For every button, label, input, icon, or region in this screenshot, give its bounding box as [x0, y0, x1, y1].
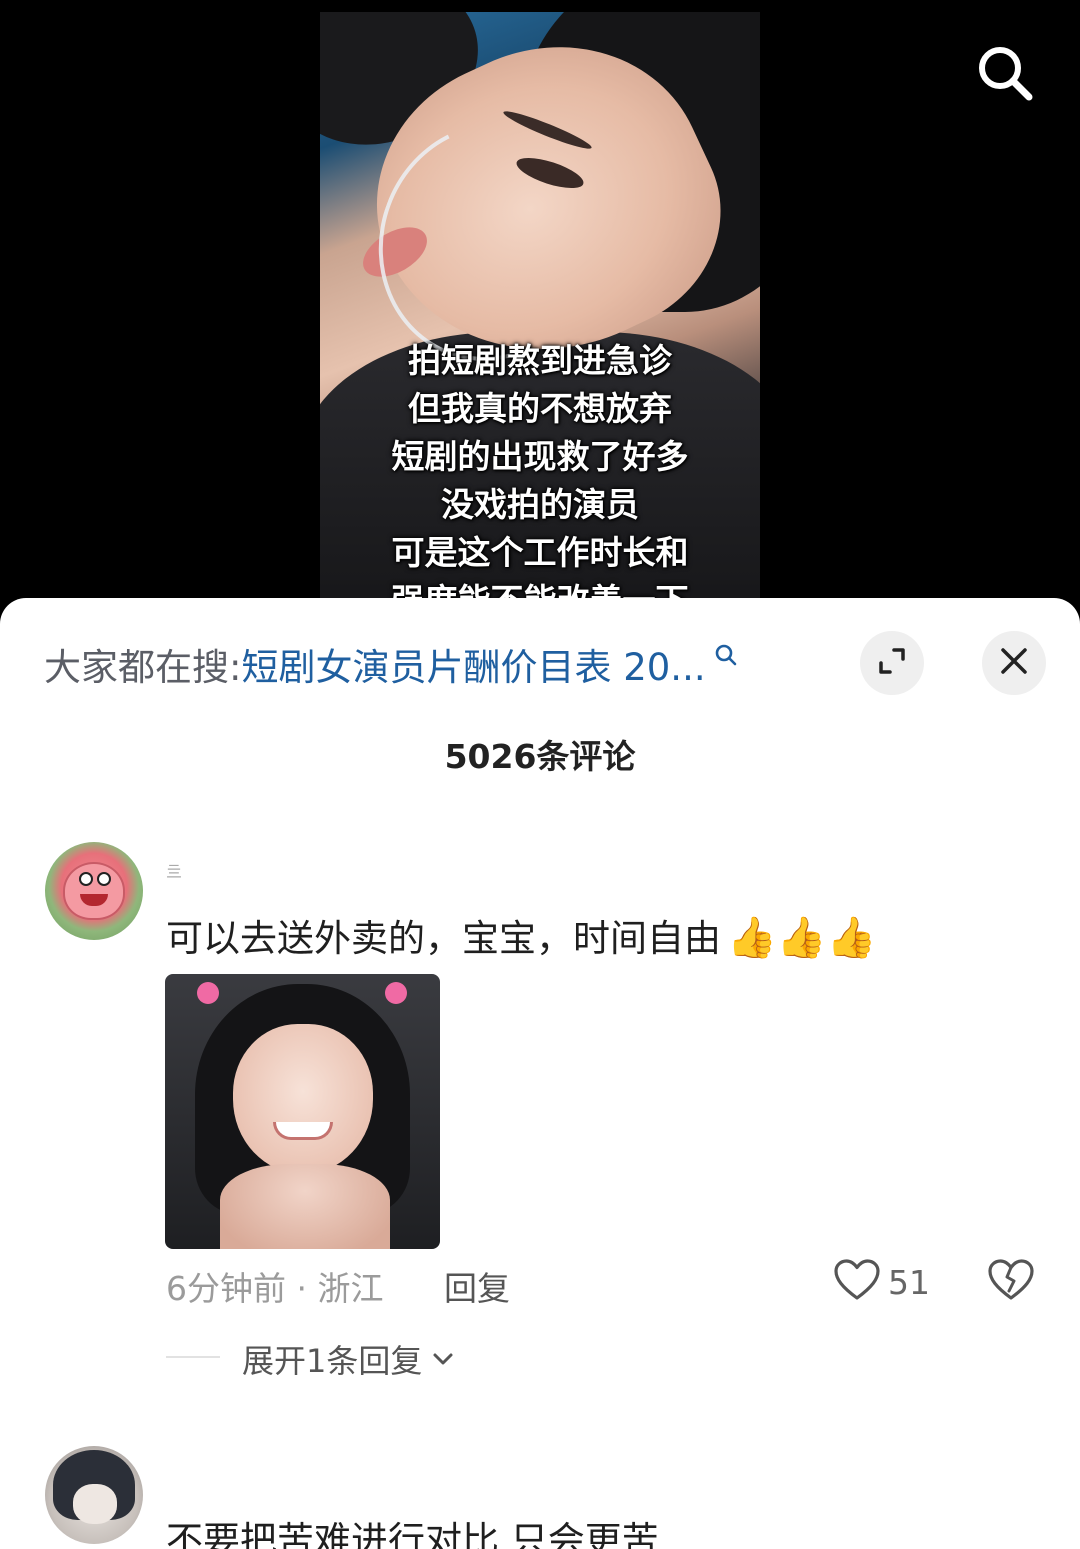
- search-button[interactable]: [970, 40, 1040, 110]
- video-frame[interactable]: 拍短剧熬到进急诊 但我真的不想放弃 短剧的出现救了好多 没戏拍的演员 可是这个工…: [320, 12, 760, 600]
- expand-icon: [875, 644, 909, 682]
- trending-search-query[interactable]: 短剧女演员片酬价目表 20...: [241, 637, 705, 691]
- video-caption-line: 强度能不能改善一下: [320, 577, 760, 600]
- avatar-character-shape: [63, 862, 125, 920]
- video-caption-line: 但我真的不想放弃: [408, 389, 672, 428]
- like-button[interactable]: 51: [834, 1258, 930, 1306]
- like-count: 51: [888, 1262, 930, 1302]
- expand-replies-label: 展开1条回复: [242, 1342, 423, 1380]
- video-caption-line: 可是这个工作时长和: [391, 533, 689, 572]
- comment-text: 不要把苦难进行对比 只会更苦: [166, 1519, 659, 1549]
- heart-icon: [834, 1259, 880, 1305]
- trending-search-prefix: 大家都在搜:: [44, 646, 242, 689]
- comments-sheet: 大家都在搜: 短剧女演员片酬价目表 20... 5026条评论 亖 可以去送外卖…: [0, 598, 1080, 1549]
- avatar[interactable]: [45, 1446, 143, 1544]
- comment-image-smile-shape: [273, 1122, 333, 1140]
- close-icon: [998, 645, 1030, 681]
- comment-text: 可以去送外卖的，宝宝，时间自由 👍👍👍: [166, 908, 876, 962]
- video-caption-line: 短剧的出现救了好多: [391, 437, 689, 476]
- video-caption-line: 拍短剧熬到进急诊: [408, 341, 672, 380]
- comment-image-hands-shape: [220, 1164, 390, 1249]
- avatar-eye-shape: [79, 872, 93, 886]
- avatar-eye-shape: [97, 872, 111, 886]
- close-button[interactable]: [982, 631, 1046, 695]
- expand-replies-button[interactable]: 展开1条回复: [242, 1336, 454, 1382]
- chevron-down-icon: [432, 1351, 454, 1367]
- search-icon: [975, 43, 1035, 107]
- comment-image-flower-shape: [385, 982, 407, 1004]
- broken-heart-icon: [988, 1259, 1034, 1305]
- comment-username[interactable]: 亖: [166, 858, 182, 882]
- video-caption: 拍短剧熬到进急诊 但我真的不想放弃 短剧的出现救了好多 没戏拍的演员 可是这个工…: [320, 337, 760, 600]
- comment-body: 可以去送外卖的，宝宝，时间自由: [166, 917, 721, 960]
- comment-image[interactable]: [165, 974, 440, 1249]
- comment-meta: 6分钟前 · 浙江: [166, 1269, 384, 1308]
- dislike-button[interactable]: [988, 1258, 1034, 1306]
- reply-button[interactable]: 回复: [444, 1262, 510, 1310]
- comment-image-face-shape: [233, 1024, 373, 1174]
- avatar-face-shape: [73, 1484, 117, 1524]
- divider: [166, 1356, 220, 1358]
- video-player[interactable]: 拍短剧熬到进急诊 但我真的不想放弃 短剧的出现救了好多 没戏拍的演员 可是这个工…: [0, 0, 1080, 600]
- trending-search[interactable]: 大家都在搜: 短剧女演员片酬价目表 20...: [44, 637, 834, 691]
- search-small-icon: [714, 643, 738, 667]
- comment-image-flower-shape: [197, 982, 219, 1004]
- comment-count: 5026条评论: [444, 737, 636, 776]
- avatar[interactable]: [45, 842, 143, 940]
- expand-button[interactable]: [860, 631, 924, 695]
- thumbs-up-emoji: 👍👍👍: [727, 915, 877, 961]
- video-caption-line: 没戏拍的演员: [441, 485, 639, 524]
